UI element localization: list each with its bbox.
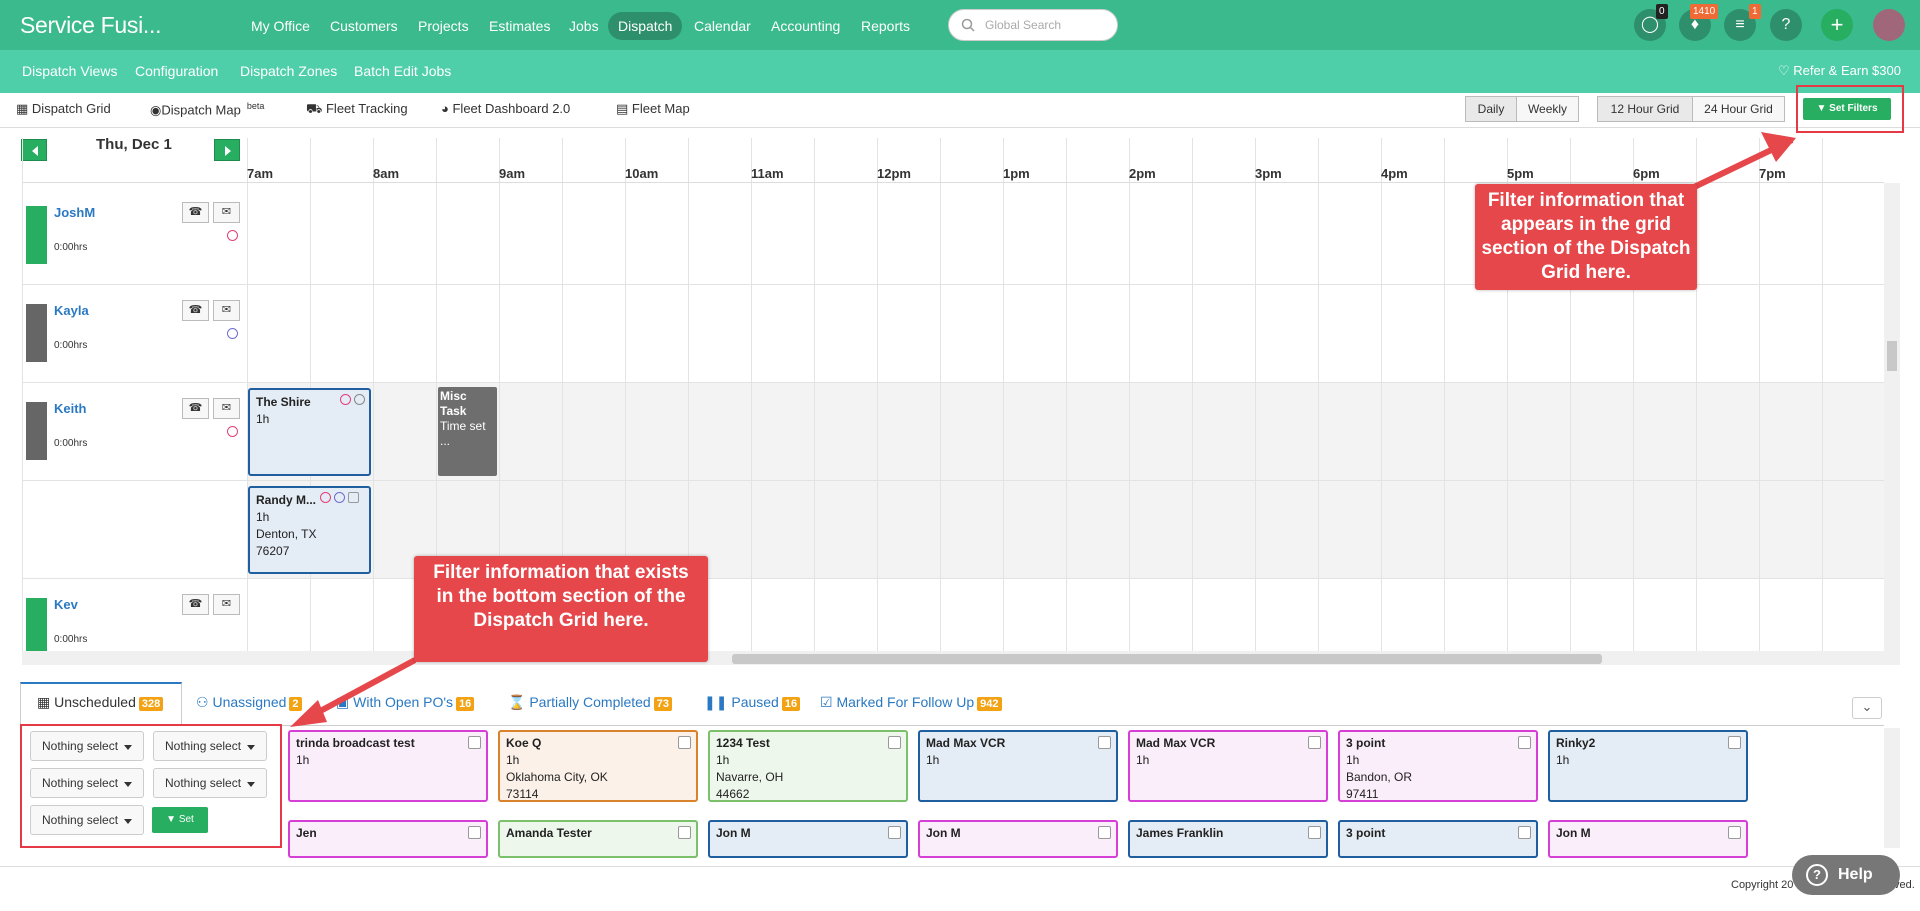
question-icon: ? xyxy=(1806,864,1828,886)
copyright-text: Copyright 20 xyxy=(1731,879,1794,891)
callout-arrowhead-bottom xyxy=(290,700,327,727)
footer: Copyright 20 ved. xyxy=(0,866,1920,911)
help-label: Help xyxy=(1838,866,1873,883)
help-button[interactable]: ? Help xyxy=(1792,855,1900,895)
callout-arrowhead-top-fill xyxy=(1761,132,1796,162)
callout-top: Filter information that appears in the g… xyxy=(1475,184,1697,290)
callout-bottom: Filter information that exists in the bo… xyxy=(414,556,708,662)
callout-arrows xyxy=(290,132,1796,727)
